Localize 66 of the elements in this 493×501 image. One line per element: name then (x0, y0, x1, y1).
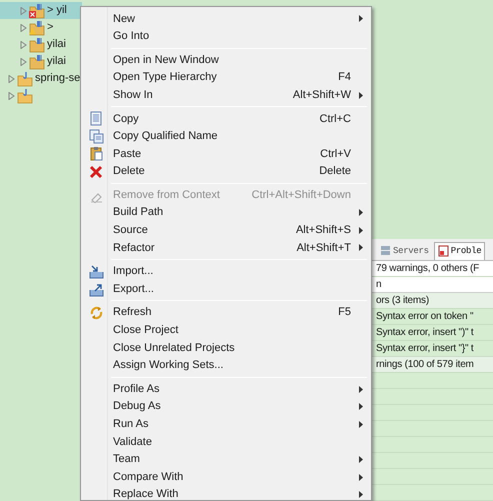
item-label: > (47, 20, 54, 36)
menu-item[interactable]: Delete Delete (83, 162, 369, 180)
menu-item[interactable]: Refresh F5 (83, 304, 369, 322)
menu-item[interactable]: Refactor Alt+Shift+T (83, 239, 369, 257)
submenu-arrow-icon (359, 209, 363, 216)
menu-item[interactable]: Assign Working Sets... (83, 356, 369, 374)
submenu-arrow-icon (359, 474, 363, 481)
expand-triangle-icon (20, 58, 27, 66)
panel-tab[interactable]: Servers (377, 242, 432, 260)
menu-item[interactable]: New (83, 10, 369, 28)
menu-item[interactable]: Profile As (83, 380, 369, 398)
copy-icon (88, 128, 104, 144)
submenu-arrow-icon (359, 15, 363, 22)
menu-item[interactable]: Source Alt+Shift+S (83, 222, 369, 240)
project-folder-icon (17, 70, 33, 86)
server-icon (380, 245, 391, 258)
menu-item[interactable]: Validate (83, 433, 369, 451)
project-folder-icon (17, 88, 33, 104)
submenu-arrow-icon (359, 456, 363, 463)
menu-item[interactable]: Go Into (83, 28, 369, 46)
panel-tab[interactable]: Proble (434, 242, 486, 260)
expand-triangle-icon (20, 40, 27, 48)
submenu-arrow-icon (359, 491, 363, 498)
tree-item[interactable]: yilai (0, 53, 82, 70)
item-label: spring-se (35, 71, 80, 86)
tree-item[interactable]: yilai (0, 36, 82, 53)
menu-item[interactable]: Compare With (83, 468, 369, 486)
tree-item[interactable]: > (0, 19, 82, 36)
project-folder-icon (29, 54, 45, 70)
item-label: yilai (47, 54, 66, 70)
expand-triangle-icon (8, 74, 15, 82)
menu-item[interactable]: Export... (83, 280, 369, 298)
menu-item[interactable]: Debug As (83, 398, 369, 416)
paste-icon (88, 146, 104, 162)
menu-item[interactable]: Open in New Window (83, 51, 369, 69)
menu-item[interactable]: Replace With (83, 486, 369, 501)
expand-triangle-icon (20, 6, 27, 14)
refresh-icon (88, 305, 104, 320)
tree-item[interactable]: spring-se (0, 70, 82, 87)
error-list-icon (438, 245, 449, 258)
project-folder-icon (29, 36, 45, 52)
menu-item[interactable]: Team (83, 450, 369, 468)
menu-item[interactable]: Open Type Hierarchy F4 (83, 68, 369, 86)
submenu-arrow-icon (359, 226, 363, 234)
submenu-arrow-icon (359, 244, 363, 252)
export-icon (88, 282, 104, 297)
menu-item[interactable]: Copy Qualified Name (83, 128, 369, 146)
delete-icon (88, 164, 104, 180)
menu-item[interactable]: Build Path (83, 204, 369, 222)
copy-icon (88, 111, 104, 126)
menu-item[interactable]: Paste Ctrl+V (83, 145, 369, 163)
menu-item[interactable]: Close Unrelated Projects (83, 339, 369, 357)
submenu-arrow-icon (359, 403, 363, 410)
import-icon (88, 264, 104, 280)
menu-item[interactable]: Show In Alt+Shift+W (83, 86, 369, 104)
item-label: > yil (47, 3, 67, 18)
expand-triangle-icon (20, 24, 27, 32)
submenu-arrow-icon (359, 386, 363, 393)
submenu-arrow-icon (359, 92, 363, 99)
tree-item[interactable]: > yil (0, 2, 82, 19)
menu-item[interactable]: Run As (83, 415, 369, 434)
expand-triangle-icon (8, 92, 15, 100)
menu-item[interactable]: Close Project (83, 322, 369, 340)
item-label: yilai (47, 37, 66, 52)
menu-item[interactable]: Copy Ctrl+C (83, 110, 369, 128)
submenu-arrow-icon (359, 420, 363, 428)
